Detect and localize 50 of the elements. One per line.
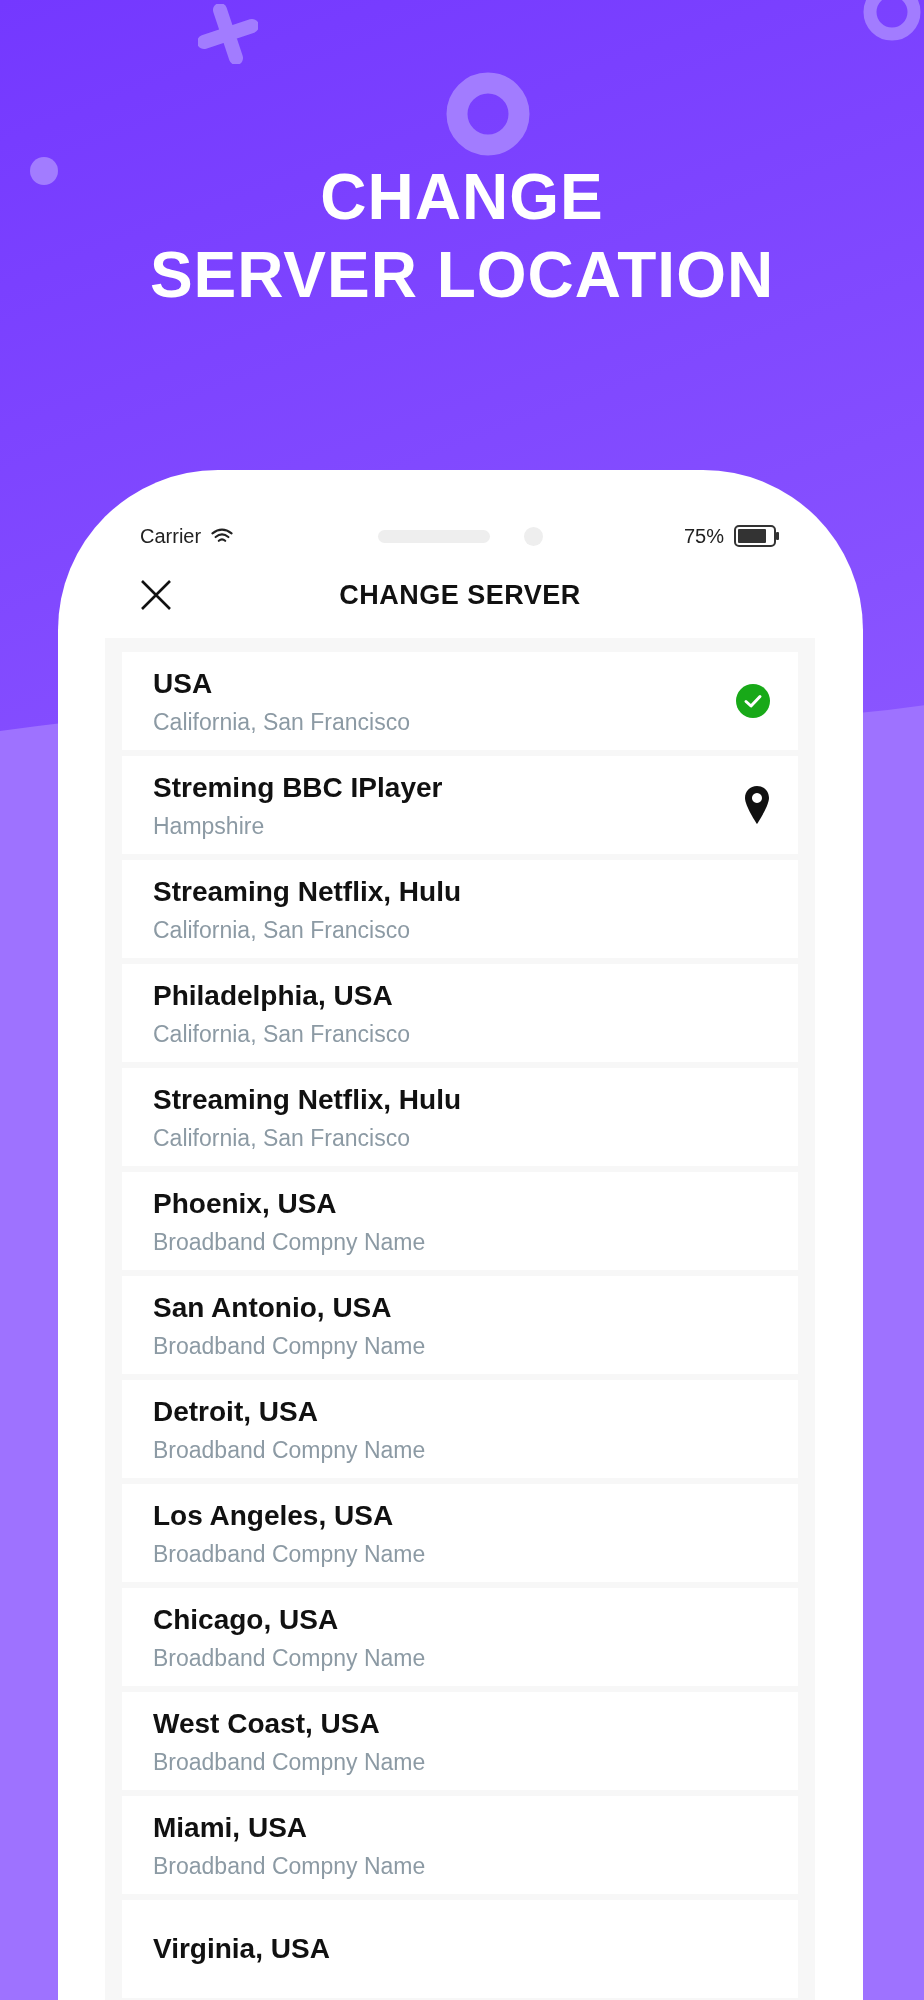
server-detail: California, San Francisco bbox=[153, 1124, 411, 1152]
wifi-icon bbox=[211, 527, 234, 545]
server-row[interactable]: San Antonio, USA Broadband Compny Name bbox=[122, 1276, 798, 1374]
server-name: West Coast, USA bbox=[153, 1706, 381, 1741]
close-icon[interactable] bbox=[140, 579, 172, 611]
server-name: Miami, USA bbox=[153, 1810, 309, 1845]
server-name: Phoenix, USA bbox=[153, 1186, 338, 1221]
battery-icon bbox=[734, 525, 780, 547]
server-name: Philadelphia, USA bbox=[153, 978, 394, 1013]
server-detail: California, San Francisco bbox=[153, 1020, 410, 1048]
server-detail: Broadband Compny Name bbox=[153, 1644, 426, 1672]
plus-decoration-icon bbox=[198, 4, 258, 64]
screen-title: CHANGE SERVER bbox=[339, 579, 581, 611]
server-row[interactable]: Los Angeles, USA Broadband Compny Name bbox=[122, 1484, 798, 1582]
server-name: USA bbox=[153, 666, 214, 701]
server-name: Streaming Netflix, Hulu bbox=[153, 1082, 462, 1117]
promo-headline: SERVER LOCATION bbox=[149, 238, 775, 312]
server-row[interactable]: Detroit, USA Broadband Compny Name bbox=[122, 1380, 798, 1478]
server-detail: California, San Francisco bbox=[153, 708, 410, 736]
server-detail: Broadband Compny Name bbox=[153, 1436, 426, 1464]
server-detail: Broadband Compny Name bbox=[153, 1540, 426, 1568]
dot-decoration-icon bbox=[30, 157, 58, 185]
server-row[interactable]: Chicago, USA Broadband Compny Name bbox=[122, 1588, 798, 1686]
server-name: Streaming Netflix, Hulu bbox=[153, 874, 462, 909]
ring-decoration-icon bbox=[446, 72, 530, 156]
server-row[interactable]: West Coast, USA Broadband Compny Name bbox=[122, 1692, 798, 1790]
server-detail: Broadband Compny Name bbox=[153, 1748, 426, 1776]
server-row[interactable]: Virginia, USA bbox=[122, 1900, 798, 1998]
promo-headline: CHANGE bbox=[320, 160, 604, 234]
server-name: Los Angeles, USA bbox=[153, 1498, 395, 1533]
server-row[interactable]: Phoenix, USA Broadband Compny Name bbox=[122, 1172, 798, 1270]
server-detail: Broadband Compny Name bbox=[153, 1228, 426, 1256]
server-detail: Broadband Compny Name bbox=[153, 1852, 426, 1880]
ring-decoration-icon bbox=[862, 0, 922, 42]
carrier-label: Carrier bbox=[140, 524, 202, 548]
battery-percent: 75% bbox=[683, 524, 724, 548]
server-row[interactable]: Streaming Netflix, Hulu California, San Francisco bbox=[122, 1068, 798, 1166]
server-detail: California, San Francisco bbox=[153, 916, 411, 944]
server-name: Virginia, USA bbox=[153, 1932, 330, 1966]
server-name: San Antonio, USA bbox=[153, 1290, 393, 1325]
server-detail: Hampshire bbox=[153, 812, 266, 840]
server-row[interactable]: Miami, USA Broadband Compny Name bbox=[122, 1796, 798, 1894]
server-name: Streming BBC IPlayer bbox=[153, 770, 443, 805]
server-row[interactable]: USA California, San Francisco bbox=[122, 652, 798, 750]
server-detail: Broadband Compny Name bbox=[153, 1332, 426, 1360]
server-row[interactable]: Philadelphia, USA California, San Francisco bbox=[122, 964, 798, 1062]
server-row[interactable]: Streaming Netflix, Hulu California, San Francisco bbox=[122, 860, 798, 958]
server-name: Detroit, USA bbox=[153, 1394, 319, 1429]
server-row[interactable]: Streming BBC IPlayer Hampshire bbox=[122, 756, 798, 854]
server-name: Chicago, USA bbox=[153, 1602, 340, 1637]
